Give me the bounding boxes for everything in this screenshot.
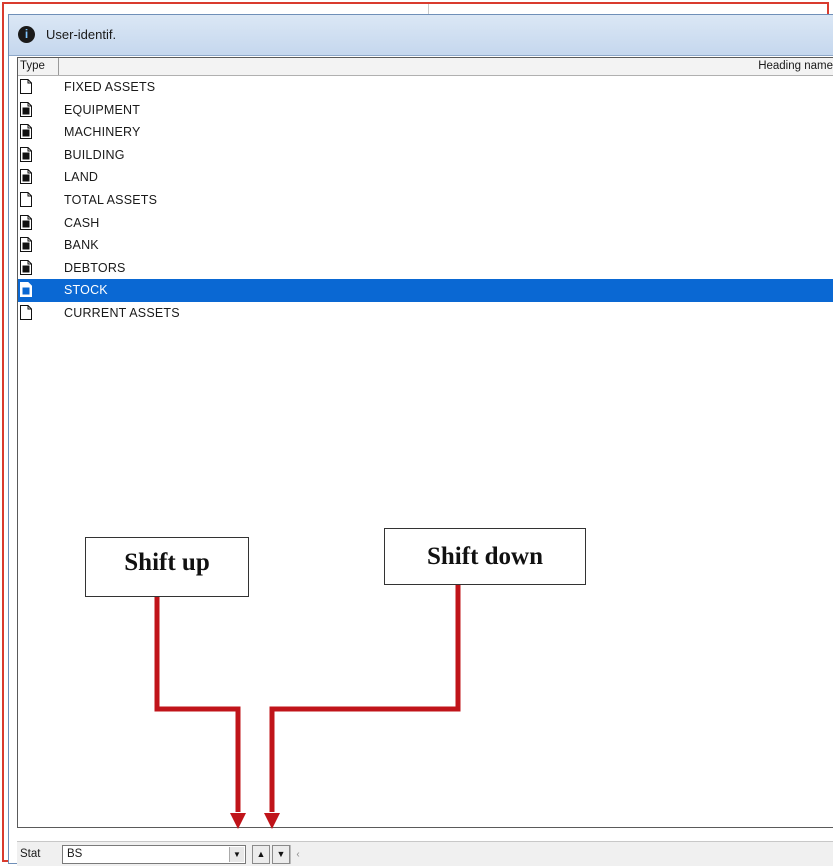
shift-down-arrow-line (269, 585, 461, 812)
shift-up-arrow-line (154, 597, 241, 812)
annotation-arrows (154, 585, 461, 829)
shift-down-arrowhead (264, 813, 280, 829)
shift-up-arrowhead (230, 813, 246, 829)
